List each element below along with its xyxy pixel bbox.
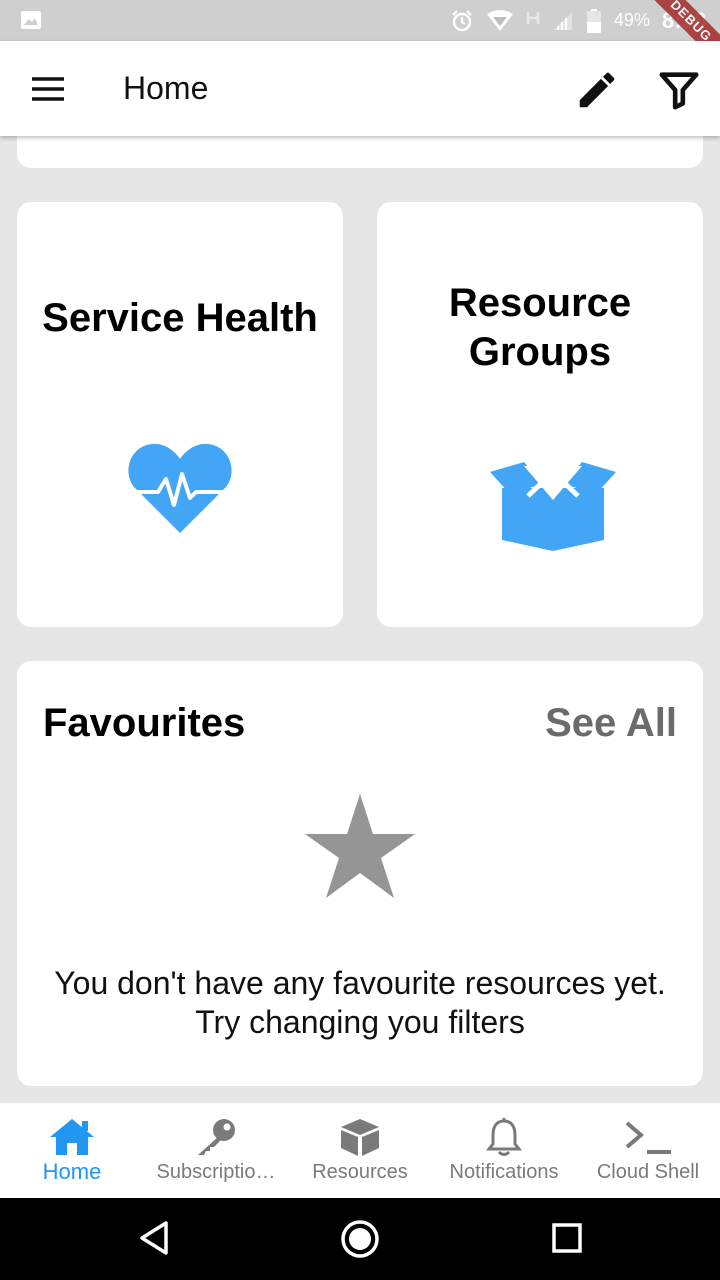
nav-home-label: Home — [42, 1159, 102, 1184]
bottom-navigation: Home Subscriptio… Resources Notification… — [0, 1103, 720, 1198]
nav-cloud-shell[interactable]: Cloud Shell — [576, 1103, 720, 1198]
nav-resources-label: Resources — [312, 1161, 408, 1183]
battery-percent: 49% — [613, 10, 650, 30]
nav-notifications[interactable]: Notifications — [432, 1103, 576, 1198]
cube-icon — [341, 1119, 379, 1156]
signal-icon — [553, 11, 572, 30]
nav-subscriptions[interactable]: Subscriptio… — [144, 1103, 288, 1198]
star-icon — [305, 794, 415, 898]
service-health-label: Service Health — [42, 296, 318, 340]
nav-subscriptions-label: Subscriptio… — [156, 1161, 276, 1183]
see-all-link[interactable]: See All — [545, 701, 677, 746]
terminal-icon — [625, 1121, 671, 1154]
back-icon[interactable] — [137, 1219, 171, 1257]
gallery-notification-icon — [21, 11, 41, 29]
recent-apps-icon[interactable] — [551, 1219, 583, 1257]
nav-resources[interactable]: Resources — [288, 1103, 432, 1198]
nav-cloud-shell-label: Cloud Shell — [596, 1161, 700, 1183]
home-icon — [50, 1119, 94, 1155]
favourites-title: Favourites — [43, 701, 246, 745]
system-navigation-bar — [0, 1198, 720, 1280]
heartbeat-icon — [128, 443, 232, 533]
key-icon — [198, 1119, 235, 1155]
favourites-card: Favourites See All You don't have any fa… — [17, 661, 703, 1086]
status-bar: 49% 8:38 DEBUG — [0, 0, 720, 41]
home-circle-icon[interactable] — [340, 1219, 380, 1259]
bell-icon — [485, 1118, 523, 1156]
battery-icon — [586, 8, 601, 33]
filter-funnel-icon[interactable] — [656, 67, 702, 113]
network-h-icon — [526, 11, 540, 24]
resource-groups-tile[interactable]: Resource Groups — [377, 202, 703, 627]
wifi-icon — [486, 9, 513, 31]
alarm-icon — [452, 9, 472, 31]
app-bar: Home — [0, 41, 720, 136]
nav-home[interactable]: Home — [0, 1103, 144, 1198]
nav-notifications-label: Notifications — [449, 1161, 559, 1183]
edit-pencil-icon[interactable] — [574, 67, 620, 113]
menu-icon[interactable] — [24, 68, 72, 110]
resource-groups-label: Resource Groups — [448, 281, 632, 374]
empty-favourites-message: You don't have any favourite resources y… — [54, 965, 666, 1040]
page-title: Home — [123, 70, 209, 106]
open-box-icon — [490, 462, 616, 551]
service-health-tile[interactable]: Service Health — [17, 202, 343, 627]
